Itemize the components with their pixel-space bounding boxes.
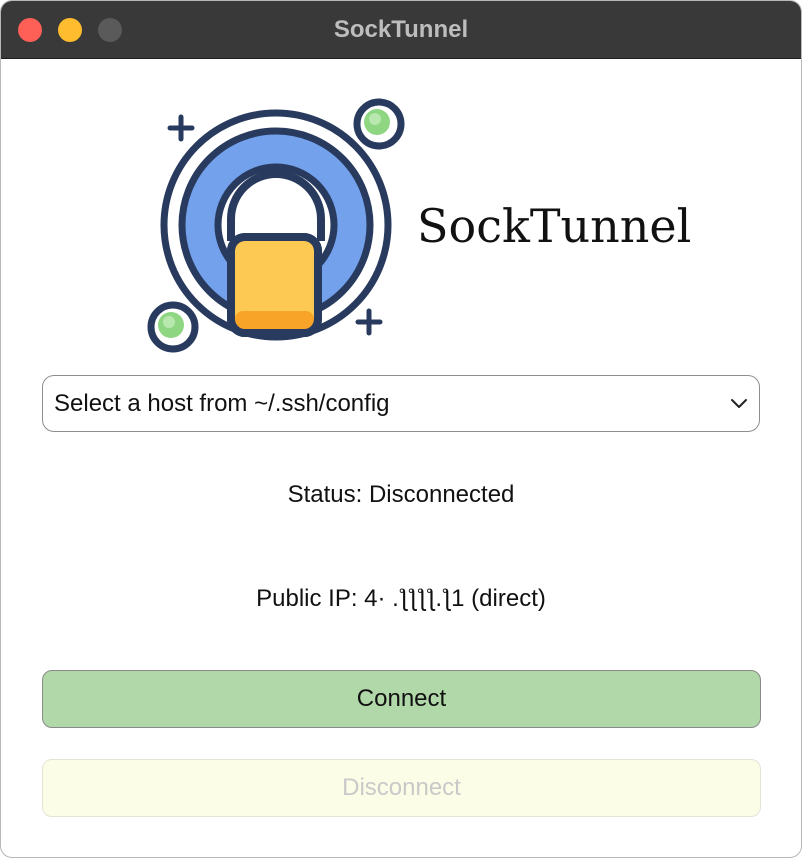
disconnect-button[interactable]: Disconnect (42, 759, 761, 817)
public-ip-text: Public IP: 4· .ƪƪƪƪ.ƪ1 (direct) (256, 585, 546, 612)
brand-name: SockTunnel (417, 199, 692, 253)
status-text: Status: Disconnected (287, 481, 515, 508)
tunnel-lock-logo-icon (147, 98, 405, 353)
host-select-dropdown[interactable]: Select a host from ~/.ssh/config (42, 375, 760, 432)
chevron-down-icon (731, 399, 747, 408)
logo-area: SockTunnel (131, 91, 691, 361)
host-select-value: Select a host from ~/.ssh/config (54, 390, 390, 417)
title-bar[interactable]: SockTunnel (1, 1, 801, 59)
connect-button[interactable]: Connect (42, 670, 761, 728)
window-title: SockTunnel (333, 16, 469, 43)
app-window: SockTunnel SockTunnel Select a host from… (0, 0, 802, 858)
